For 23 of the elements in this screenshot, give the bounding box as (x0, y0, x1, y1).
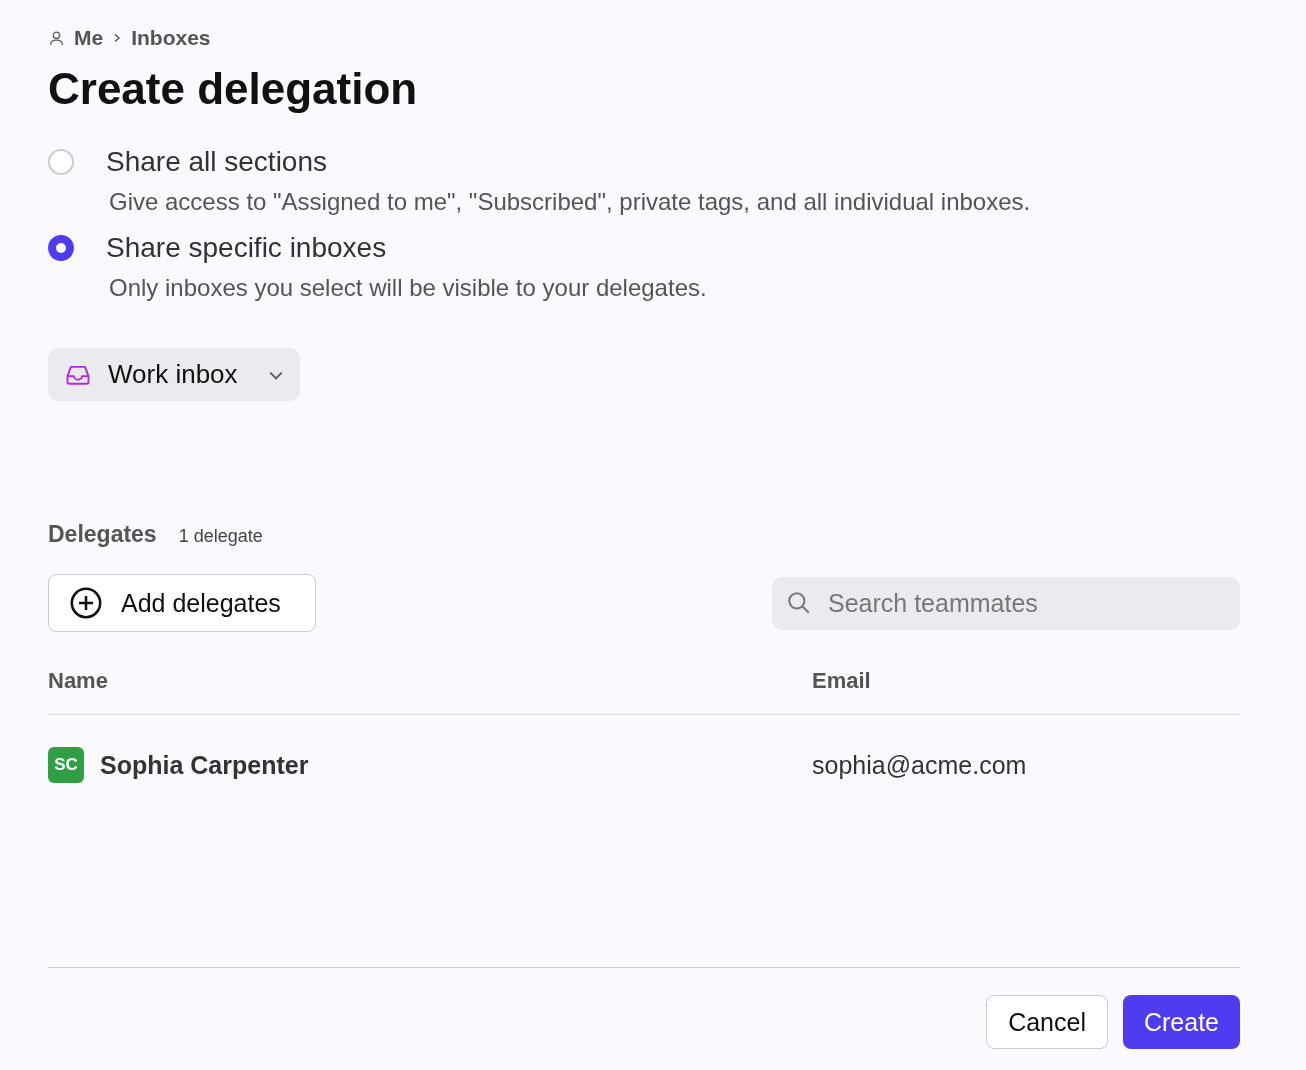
delegate-name: Sophia Carpenter (100, 750, 309, 780)
breadcrumb-link[interactable]: Me (74, 26, 104, 50)
breadcrumb-link[interactable]: Inboxes (131, 26, 211, 50)
option-label: Share specific inboxes (106, 232, 387, 264)
option-description: Give access to "Assigned to me", "Subscribed", private tags, and all individual inboxes. (109, 188, 1032, 216)
column-header: Name (48, 668, 109, 694)
column-header: Email (812, 668, 871, 694)
person-icon (48, 29, 65, 47)
section-heading: Delegates (48, 521, 157, 548)
option-description: Only inboxes you select will be visible to your delegates. (109, 274, 708, 302)
page-title: Create delegation (48, 64, 419, 114)
cancel-button[interactable]: Cancel (986, 995, 1108, 1049)
search-icon (786, 589, 812, 616)
avatar: SC (48, 747, 84, 783)
radio-button[interactable] (48, 235, 74, 261)
delegate-email: sophia@acme.com (812, 750, 1027, 780)
create-button[interactable]: Create (1122, 995, 1240, 1049)
option-label: Share all sections (106, 146, 327, 178)
add-delegates-button[interactable]: Add delegates (48, 574, 316, 632)
delegate-count: 1 delegate (178, 526, 263, 547)
search-field[interactable]: Search teammates (772, 576, 1240, 630)
plus-circle-icon (69, 586, 103, 620)
inbox-dropdown[interactable]: Work inbox (48, 348, 300, 401)
